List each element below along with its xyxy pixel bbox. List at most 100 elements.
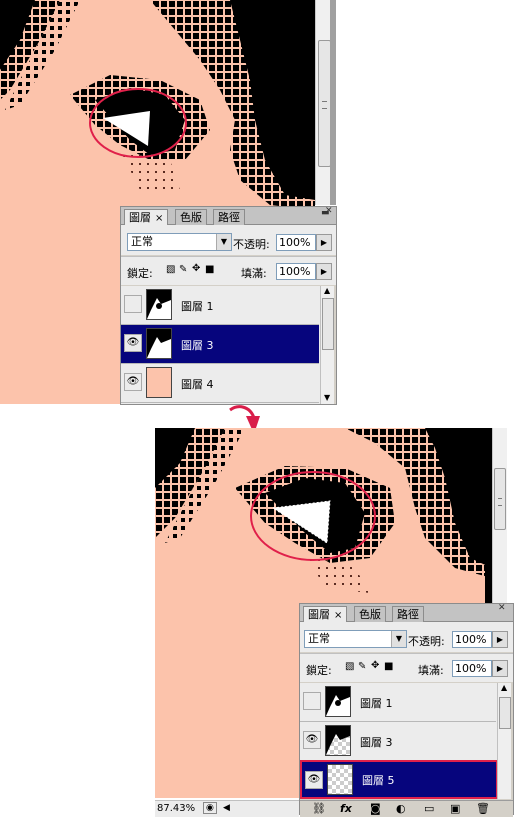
close-icon[interactable]: × — [155, 213, 163, 224]
top-tab-paths[interactable]: 路徑 — [213, 209, 245, 225]
new-layer-icon[interactable]: ▣ — [450, 802, 460, 815]
eye-icon[interactable]: 👁 — [305, 771, 323, 789]
layer-thumbnail — [146, 328, 172, 359]
fx-icon[interactable]: fx — [340, 802, 352, 815]
lock-brush-icon[interactable]: ✎ — [179, 264, 187, 275]
bottom-tab-channels-label: 色版 — [359, 608, 381, 621]
top-window-edge — [330, 0, 336, 205]
top-tab-channels[interactable]: 色版 — [175, 209, 207, 225]
bottom-tab-channels[interactable]: 色版 — [354, 606, 386, 622]
lock-transparent-icon[interactable]: ▧ — [166, 264, 175, 275]
chevron-down-icon[interactable]: ▼ — [391, 631, 406, 647]
status-menu-icon[interactable]: ◉ — [203, 802, 217, 814]
bottom-layer-list: 圖層 1 👁 圖層 3 👁 圖層 5 ▲ — [300, 683, 511, 799]
top-layers-scrollbar[interactable]: ▲ ▼ — [320, 286, 334, 404]
close-icon[interactable]: × — [334, 610, 342, 621]
bottom-scroll-thumb[interactable] — [494, 468, 506, 530]
bottom-opacity-label: 不透明: — [408, 635, 445, 648]
scroll-down-icon[interactable]: ▼ — [324, 393, 330, 402]
trash-icon[interactable]: 🗑 — [476, 802, 490, 815]
bottom-tab-layers[interactable]: 圖層 × — [303, 606, 348, 623]
layers-scroll-thumb[interactable] — [322, 298, 334, 350]
folder-icon[interactable]: ▭ — [424, 802, 434, 815]
scroll-up-icon[interactable]: ▲ — [501, 683, 507, 692]
top-lock-row: 鎖定: ▧ ✎ ✥ ■ 填滿: 100% ▶ — [121, 256, 336, 285]
bottom-fill-arrow-icon[interactable]: ▶ — [492, 660, 508, 677]
lock-all-icon[interactable]: ■ — [384, 661, 393, 672]
bottom-opacity-arrow-icon[interactable]: ▶ — [492, 631, 508, 648]
bottom-panel-footer: ⛓ fx ◙ ◐ ▭ ▣ 🗑 — [300, 800, 513, 817]
top-tab-channels-label: 色版 — [180, 211, 202, 224]
chevron-down-icon[interactable]: ▼ — [216, 234, 231, 250]
layer-name[interactable]: 圖層 3 — [181, 337, 214, 353]
bottom-blend-row: 正常 ▼ 不透明: 100% ▶ — [300, 622, 513, 652]
top-layer-row[interactable]: 圖層 1 — [121, 286, 319, 325]
top-tab-paths-label: 路徑 — [218, 211, 240, 224]
bottom-layer-row[interactable]: 圖層 1 — [300, 683, 496, 722]
layer-thumbnail — [327, 764, 353, 795]
layer-thumbnail — [146, 289, 172, 320]
top-blend-mode-value: 正常 — [131, 235, 153, 248]
top-fill-label: 填滿: — [241, 267, 267, 280]
top-blend-row: 正常 ▼ 不透明: 100% ▶ — [121, 225, 336, 255]
scroll-up-icon[interactable]: ▲ — [324, 286, 330, 295]
status-bar: 87.43% ◉ ◀ — [155, 800, 299, 817]
bottom-blend-mode-select[interactable]: 正常 ▼ — [304, 630, 407, 648]
bottom-tab-layers-label: 圖層 — [308, 608, 330, 621]
link-icon[interactable]: ⛓ — [312, 802, 326, 815]
bottom-lock-label: 鎖定: — [306, 664, 332, 677]
bottom-lock-row: 鎖定: ▧ ✎ ✥ ■ 填滿: 100% ▶ — [300, 653, 513, 682]
bottom-tab-paths[interactable]: 路徑 — [392, 606, 424, 622]
layer-name[interactable]: 圖層 1 — [181, 298, 214, 314]
bottom-vertical-scrollbar[interactable] — [492, 428, 507, 603]
top-layer-list: 圖層 1 👁 圖層 3 👁 圖層 4 ▲ ▼ — [121, 286, 334, 404]
mask-icon[interactable]: ◙ — [370, 802, 381, 815]
bottom-panel-tabbar: 圖層 × 色版 路徑 ✕ — [300, 603, 513, 623]
top-panel-tabbar: 圖層 × 色版 路徑 ▬ ✕ — [121, 206, 336, 226]
bottom-layer-row-selected[interactable]: 👁 圖層 5 — [300, 760, 498, 799]
lock-transparent-icon[interactable]: ▧ — [345, 661, 354, 672]
layer-thumbnail — [325, 686, 351, 717]
layer-name[interactable]: 圖層 3 — [360, 734, 393, 750]
top-blend-mode-select[interactable]: 正常 ▼ — [127, 233, 232, 251]
lock-brush-icon[interactable]: ✎ — [358, 661, 366, 672]
panel-close-icon[interactable]: ✕ — [325, 206, 333, 216]
top-vertical-scrollbar[interactable] — [315, 0, 331, 205]
top-layers-panel: 圖層 × 色版 路徑 ▬ ✕ 正常 ▼ 不透明: 100% ▶ 鎖定: ▧ ✎ ✥… — [120, 206, 337, 405]
top-lock-label: 鎖定: — [127, 267, 153, 280]
top-layer-row[interactable]: 👁 圖層 4 — [121, 364, 319, 403]
top-opacity-arrow-icon[interactable]: ▶ — [316, 234, 332, 251]
layers-scroll-thumb[interactable] — [499, 697, 511, 729]
visibility-toggle[interactable] — [303, 692, 321, 710]
layer-name[interactable]: 圖層 5 — [362, 772, 395, 788]
top-opacity-input[interactable]: 100% — [276, 234, 316, 251]
bottom-layer-row[interactable]: 👁 圖層 3 — [300, 722, 496, 761]
zoom-level[interactable]: 87.43% — [157, 803, 195, 814]
visibility-toggle[interactable] — [124, 295, 142, 313]
lock-all-icon[interactable]: ■ — [205, 264, 214, 275]
scroll-left-icon[interactable]: ◀ — [223, 803, 230, 813]
eye-icon[interactable]: 👁 — [303, 731, 321, 749]
bottom-layers-panel: 圖層 × 色版 路徑 ✕ 正常 ▼ 不透明: 100% ▶ 鎖定: ▧ ✎ ✥ ■… — [299, 603, 514, 817]
lock-move-icon[interactable]: ✥ — [371, 660, 379, 671]
top-fill-arrow-icon[interactable]: ▶ — [316, 263, 332, 280]
panel-close-icon[interactable]: ✕ — [498, 603, 506, 613]
lock-move-icon[interactable]: ✥ — [192, 263, 200, 274]
layer-name[interactable]: 圖層 4 — [181, 376, 214, 392]
top-tab-layers[interactable]: 圖層 × — [124, 209, 169, 226]
bottom-opacity-input[interactable]: 100% — [452, 631, 492, 648]
layer-thumbnail — [146, 367, 172, 398]
eye-icon[interactable]: 👁 — [124, 373, 142, 391]
top-fill-input[interactable]: 100% — [276, 263, 316, 280]
bottom-fill-input[interactable]: 100% — [452, 660, 492, 677]
layer-name[interactable]: 圖層 1 — [360, 695, 393, 711]
bottom-tab-paths-label: 路徑 — [397, 608, 419, 621]
bottom-layers-scrollbar[interactable]: ▲ — [497, 683, 511, 799]
eye-icon[interactable]: 👁 — [124, 334, 142, 352]
top-opacity-label: 不透明: — [233, 238, 270, 251]
bottom-fill-label: 填滿: — [418, 664, 444, 677]
top-layer-row-selected[interactable]: 👁 圖層 3 — [121, 325, 319, 364]
top-tab-layers-label: 圖層 — [129, 211, 151, 224]
bottom-blend-mode-value: 正常 — [308, 632, 330, 645]
adjustment-icon[interactable]: ◐ — [396, 802, 406, 815]
